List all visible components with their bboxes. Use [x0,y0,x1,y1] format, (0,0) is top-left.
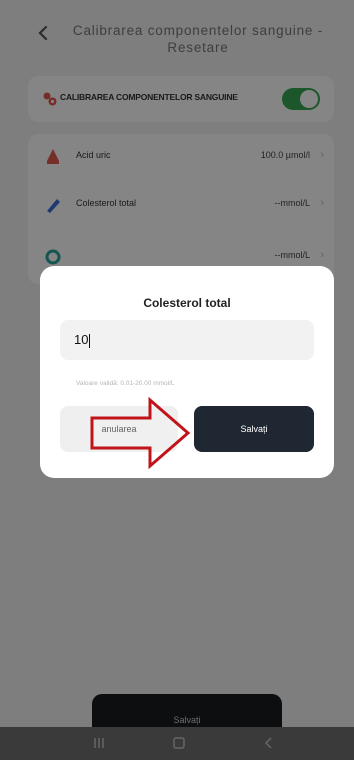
home-icon[interactable] [172,736,186,750]
system-nav-bar [0,727,354,760]
annotation-arrow-icon [90,396,191,470]
save-button[interactable]: Salvați [194,406,314,452]
app-screen: Calibrarea componentelor sanguine - Rese… [0,0,354,760]
valid-range-hint: Valoare validă: 0.01-20.00 mmol/L [76,380,175,387]
text-caret [89,333,91,348]
recent-apps-icon[interactable] [92,736,106,750]
dialog-title: Colesterol total [143,296,231,310]
back-nav-icon[interactable] [262,736,276,750]
input-value: 10 [74,332,89,347]
value-input[interactable]: 10 [60,320,314,360]
